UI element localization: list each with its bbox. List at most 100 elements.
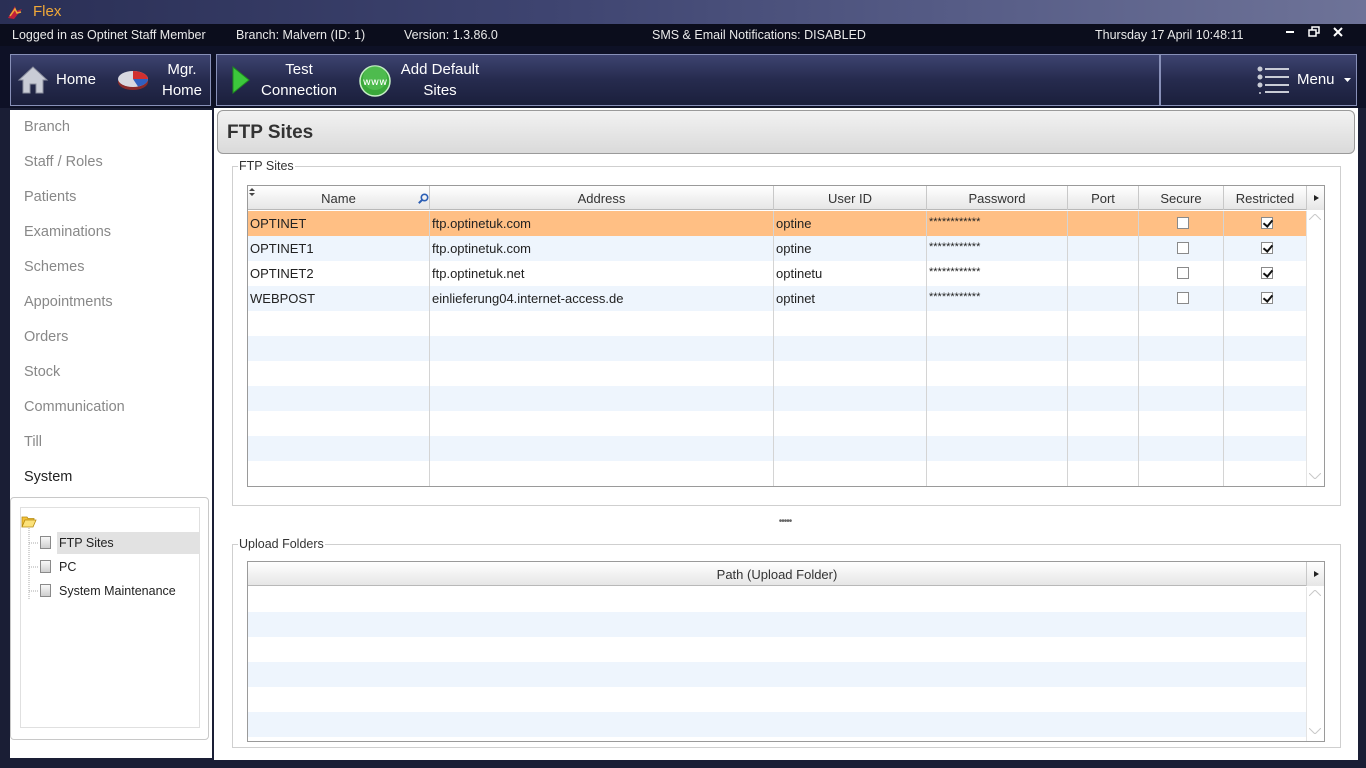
empty-table-row[interactable] xyxy=(248,662,1306,687)
address-cell[interactable]: ftp.optinetuk.net xyxy=(430,261,774,286)
nav-item-examinations[interactable]: Examinations xyxy=(24,224,111,240)
home-button-group: Home Mgr. Home xyxy=(10,54,211,106)
ftp-grid-scrollbar[interactable] xyxy=(1306,211,1323,486)
secure-checkbox[interactable] xyxy=(1177,217,1189,229)
empty-table-row[interactable] xyxy=(248,436,1306,461)
restricted-checkbox[interactable] xyxy=(1261,292,1273,304)
home-button[interactable]: Home xyxy=(11,55,109,105)
empty-table-row[interactable] xyxy=(248,637,1306,662)
nav-item-staff-roles[interactable]: Staff / Roles xyxy=(24,154,103,170)
scroll-up-icon[interactable] xyxy=(1309,590,1321,596)
upload-grid-scrollbar[interactable] xyxy=(1306,587,1323,741)
port-cell[interactable] xyxy=(1068,286,1139,311)
nav-item-patients[interactable]: Patients xyxy=(24,189,76,205)
close-button[interactable] xyxy=(1328,26,1348,44)
home-icon xyxy=(17,66,49,94)
empty-table-row[interactable] xyxy=(248,687,1306,712)
restricted-checkbox[interactable] xyxy=(1261,267,1273,279)
upload-column-chooser-button[interactable] xyxy=(1306,562,1324,586)
port-cell[interactable] xyxy=(1068,211,1139,236)
nav-item-branch[interactable]: Branch xyxy=(24,119,70,135)
tree-connector-lines xyxy=(28,528,39,600)
scroll-down-icon[interactable] xyxy=(1309,473,1321,479)
restricted-checkbox[interactable] xyxy=(1261,217,1273,229)
restricted-checkbox[interactable] xyxy=(1261,242,1273,254)
test-connection-label-2: Connection xyxy=(261,82,337,99)
column-header-address[interactable]: Address xyxy=(430,186,774,210)
empty-table-row[interactable] xyxy=(248,386,1306,411)
add-default-sites-label-2: Sites xyxy=(423,82,457,99)
user-cell[interactable]: optine xyxy=(774,236,927,261)
nav-item-appointments[interactable]: Appointments xyxy=(24,294,113,310)
nav-item-communication[interactable]: Communication xyxy=(24,399,125,415)
nav-item-stock[interactable]: Stock xyxy=(24,364,60,380)
page-title: FTP Sites xyxy=(227,122,314,143)
menu-button[interactable]: Menu xyxy=(1251,55,1356,105)
scroll-up-icon[interactable] xyxy=(1309,214,1321,220)
path-column-header[interactable]: Path (Upload Folder) xyxy=(248,562,1306,586)
upload-folders-grid: Path (Upload Folder) xyxy=(247,561,1325,742)
password-cell[interactable]: ************ xyxy=(927,236,1068,261)
empty-table-row[interactable] xyxy=(248,311,1306,336)
table-row[interactable]: OPTINET2 ftp.optinetuk.net optinetu *******… xyxy=(248,261,1306,286)
search-icon[interactable] xyxy=(418,193,429,204)
ftp-grid-header: Name Address User ID Password Port Secure Rest… xyxy=(248,186,1324,210)
empty-table-row[interactable] xyxy=(248,361,1306,386)
name-cell[interactable]: WEBPOST xyxy=(248,286,430,311)
test-connection-button[interactable]: Test Connection xyxy=(217,55,347,105)
empty-table-row[interactable] xyxy=(248,587,1306,612)
secure-checkbox[interactable] xyxy=(1177,242,1189,254)
mgr-home-button[interactable]: Mgr. Home xyxy=(111,55,211,105)
panel-splitter[interactable]: ••••• xyxy=(772,516,798,527)
upload-grid-body[interactable] xyxy=(248,587,1306,741)
port-cell[interactable] xyxy=(1068,236,1139,261)
user-cell[interactable]: optine xyxy=(774,211,927,236)
empty-table-row[interactable] xyxy=(248,712,1306,737)
nav-item-till[interactable]: Till xyxy=(24,434,42,450)
nav-item-orders[interactable]: Orders xyxy=(24,329,68,345)
address-cell[interactable]: einlieferung04.internet-access.de xyxy=(430,286,774,311)
minimize-button[interactable] xyxy=(1280,26,1300,44)
column-header-secure[interactable]: Secure xyxy=(1139,186,1224,210)
name-cell[interactable]: OPTINET xyxy=(248,211,430,236)
password-cell[interactable]: ************ xyxy=(927,261,1068,286)
name-cell[interactable]: OPTINET2 xyxy=(248,261,430,286)
table-row[interactable]: WEBPOST einlieferung04.internet-access.de… xyxy=(248,286,1306,311)
column-header-user-id[interactable]: User ID xyxy=(774,186,927,210)
secure-checkbox[interactable] xyxy=(1177,267,1189,279)
empty-table-row[interactable] xyxy=(248,336,1306,361)
nav-item-schemes[interactable]: Schemes xyxy=(24,259,84,275)
column-header-name[interactable]: Name xyxy=(248,186,430,210)
address-cell[interactable]: ftp.optinetuk.com xyxy=(430,236,774,261)
port-cell[interactable] xyxy=(1068,261,1139,286)
menu-button-group: Menu xyxy=(1160,54,1357,106)
address-cell[interactable]: ftp.optinetuk.com xyxy=(430,211,774,236)
home-label: Home xyxy=(56,71,97,88)
name-cell[interactable]: OPTINET1 xyxy=(248,236,430,261)
folder-open-icon[interactable] xyxy=(21,515,37,528)
table-row[interactable]: OPTINET1 ftp.optinetuk.com optine *********… xyxy=(248,236,1306,261)
table-row[interactable]: OPTINET ftp.optinetuk.com optine **********… xyxy=(248,211,1306,236)
scroll-down-icon[interactable] xyxy=(1309,728,1321,734)
notifications-status: SMS & Email Notifications: DISABLED xyxy=(652,28,866,42)
user-cell[interactable]: optinetu xyxy=(774,261,927,286)
tree-node-ftp-sites[interactable]: FTP Sites xyxy=(40,532,200,554)
ftp-column-chooser-button[interactable] xyxy=(1306,186,1324,210)
user-cell[interactable]: optinet xyxy=(774,286,927,311)
password-cell[interactable]: ************ xyxy=(927,211,1068,236)
password-cell[interactable]: ************ xyxy=(927,286,1068,311)
column-header-password[interactable]: Password xyxy=(927,186,1068,210)
nav-item-system[interactable]: System xyxy=(24,469,72,485)
restore-button[interactable] xyxy=(1304,26,1324,44)
actions-button-group: Test Connection www Add Default Sites xyxy=(216,54,1160,106)
empty-table-row[interactable] xyxy=(248,411,1306,436)
column-header-restricted[interactable]: Restricted xyxy=(1224,186,1306,210)
column-header-port[interactable]: Port xyxy=(1068,186,1139,210)
window-title-bar: Flex xyxy=(0,0,1366,24)
add-default-sites-button[interactable]: www Add Default Sites xyxy=(355,55,495,105)
pie-chart-icon xyxy=(118,71,148,90)
page-header: FTP Sites xyxy=(217,110,1355,154)
empty-table-row[interactable] xyxy=(248,461,1306,486)
empty-table-row[interactable] xyxy=(248,612,1306,637)
secure-checkbox[interactable] xyxy=(1177,292,1189,304)
